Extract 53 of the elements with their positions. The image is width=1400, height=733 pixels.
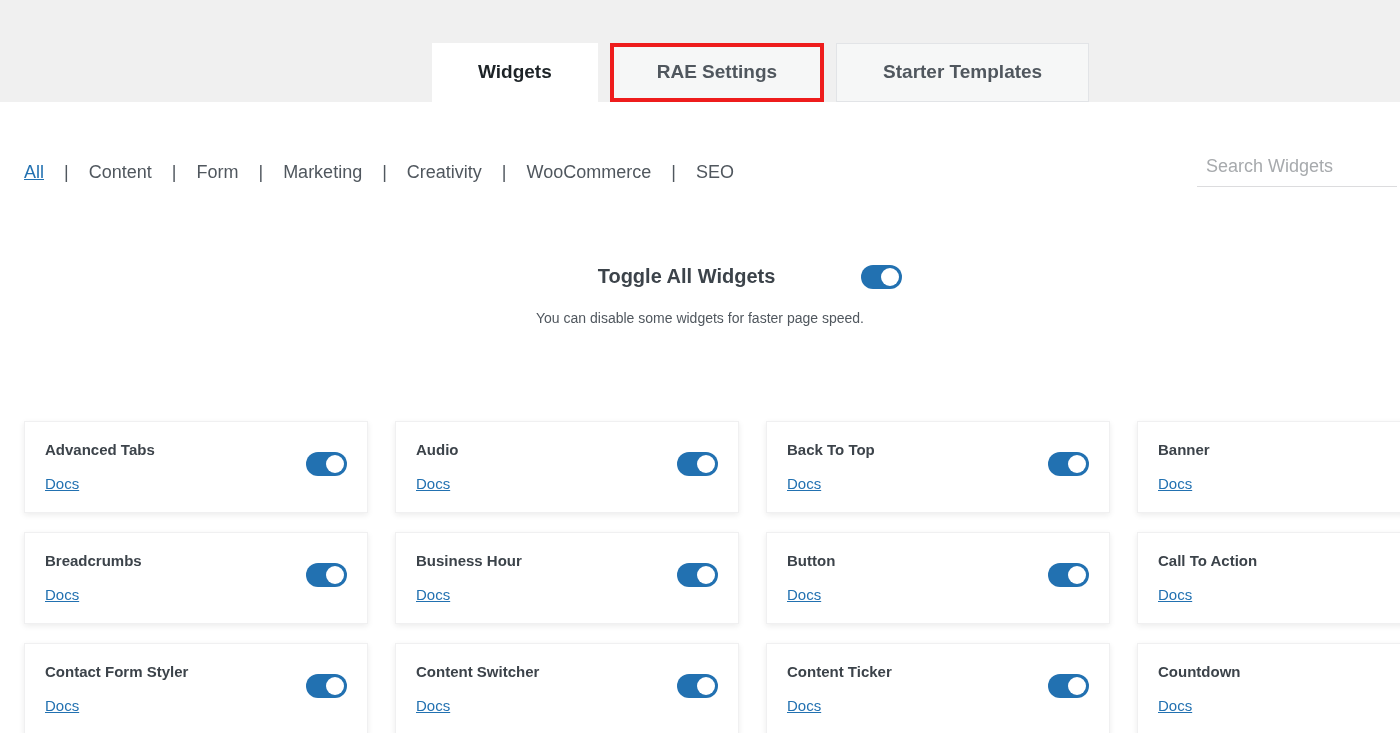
filter-link[interactable]: Form bbox=[196, 158, 239, 186]
widget-name: Back To Top bbox=[787, 439, 875, 460]
widget-name: Breadcrumbs bbox=[45, 550, 142, 571]
widget-name: Call To Action bbox=[1158, 550, 1258, 571]
docs-link[interactable]: Docs bbox=[1158, 584, 1193, 607]
widget-name: Advanced Tabs bbox=[45, 439, 155, 460]
widget-name: Content Ticker bbox=[787, 661, 892, 682]
filter-link[interactable]: Content bbox=[88, 158, 152, 186]
widget-name: Contact Form Styler bbox=[45, 661, 189, 682]
toggle-switch[interactable] bbox=[1048, 451, 1089, 476]
tab[interactable]: Widgets bbox=[432, 43, 598, 102]
toggle-switch[interactable] bbox=[1048, 673, 1089, 698]
toggle-switch[interactable] bbox=[306, 673, 347, 698]
separator: | bbox=[671, 160, 676, 184]
filter-link[interactable]: SEO bbox=[695, 158, 734, 186]
docs-link[interactable]: Docs bbox=[416, 473, 451, 496]
docs-link[interactable]: Docs bbox=[1158, 695, 1193, 718]
separator: | bbox=[382, 160, 387, 184]
separator: | bbox=[501, 160, 507, 184]
filter-link[interactable]: Marketing bbox=[283, 158, 363, 186]
docs-link[interactable]: Docs bbox=[45, 473, 80, 496]
docs-link[interactable]: Docs bbox=[45, 584, 80, 607]
filter-link[interactable]: All bbox=[24, 158, 44, 186]
widget-name: Banner bbox=[1158, 439, 1210, 460]
docs-link[interactable]: Docs bbox=[1158, 473, 1193, 496]
widget-name: Audio bbox=[416, 439, 459, 460]
filter-link[interactable]: Creativity bbox=[406, 158, 482, 186]
search-field[interactable]: Search Widgets bbox=[1197, 153, 1397, 187]
toggle-switch[interactable] bbox=[306, 451, 347, 476]
docs-link[interactable]: Docs bbox=[45, 695, 80, 718]
docs-link[interactable]: Docs bbox=[416, 584, 451, 607]
widget-name: Button bbox=[787, 550, 836, 571]
section-description: You can disable some widgets for faster page speed. bbox=[536, 309, 864, 328]
toggle-switch[interactable] bbox=[306, 562, 347, 587]
filter-link[interactable]: WooCommerce bbox=[526, 158, 652, 186]
tab[interactable]: RAE Settings bbox=[609, 43, 825, 102]
section-title: Toggle All Widgets bbox=[597, 263, 776, 289]
toggle-switch[interactable] bbox=[677, 451, 718, 476]
toggle-switch[interactable] bbox=[677, 673, 718, 698]
separator: | bbox=[64, 160, 69, 184]
toggle-switch[interactable] bbox=[677, 562, 718, 587]
docs-link[interactable]: Docs bbox=[787, 695, 822, 718]
toggle-switch[interactable] bbox=[1048, 562, 1089, 587]
tab[interactable]: Starter Templates bbox=[836, 43, 1090, 102]
toggle-switch[interactable] bbox=[861, 265, 903, 289]
separator: | bbox=[171, 160, 177, 184]
docs-link[interactable]: Docs bbox=[416, 695, 451, 718]
widget-name: Content Switcher bbox=[416, 661, 540, 682]
docs-link[interactable]: Docs bbox=[787, 473, 822, 496]
separator: | bbox=[258, 160, 264, 184]
docs-link[interactable]: Docs bbox=[787, 584, 822, 607]
widget-name: Business Hour bbox=[416, 550, 522, 571]
widget-name: Countdown bbox=[1158, 661, 1241, 682]
